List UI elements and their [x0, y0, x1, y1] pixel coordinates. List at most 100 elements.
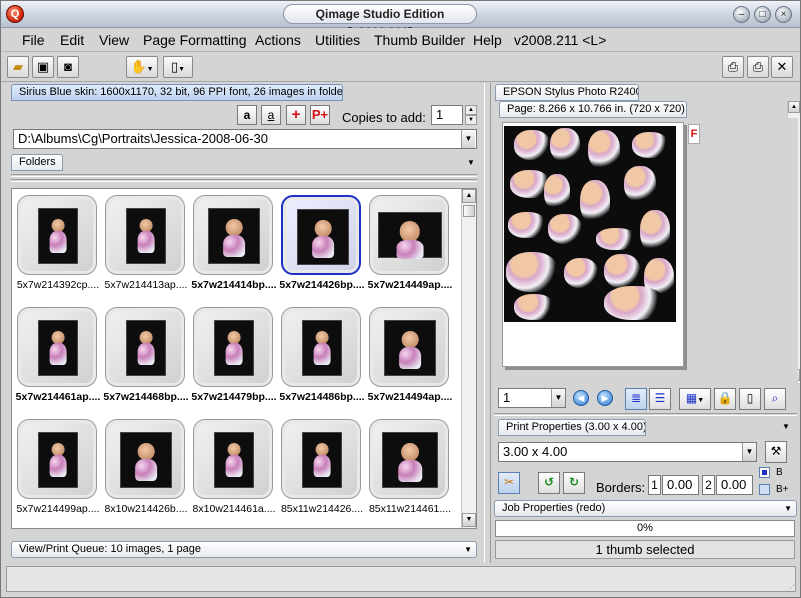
border-bplus-radio[interactable] [759, 484, 770, 495]
thumbnail-item[interactable]: 8x10w214426b.... [102, 419, 190, 527]
view-print-queue-bar[interactable]: View/Print Queue: 10 images, 1 page ▼ [11, 541, 477, 558]
thumbnail-scrollbar[interactable]: ▲ ▼ [461, 189, 476, 528]
close-icon[interactable]: × [775, 6, 792, 23]
scroll-down-icon[interactable]: ▼ [462, 513, 476, 527]
collage-print-shape[interactable] [544, 174, 570, 210]
title-bar[interactable]: Q Qimage Studio Edition [v2008.210] – □ … [1, 1, 800, 39]
collage-print-shape[interactable] [508, 212, 546, 238]
thumbnail-frame[interactable] [193, 307, 273, 387]
thumbnail-item[interactable]: 85x11w214426.... [278, 419, 366, 527]
thumbnail-frame[interactable] [369, 419, 449, 499]
collage-print-shape[interactable] [588, 130, 620, 170]
copies-spinner[interactable]: ▲ ▼ [465, 105, 477, 125]
rotate-right-button[interactable]: ↻ [563, 472, 585, 494]
print-size-combo[interactable]: 3.00 x 4.00 [498, 442, 757, 462]
print-properties-tab[interactable]: Print Properties (3.00 x 4.00) [498, 419, 646, 436]
add-page-button[interactable]: P+ [310, 105, 330, 125]
collage-print-shape[interactable] [514, 130, 550, 160]
job-properties-bar[interactable]: Job Properties (redo) ▼ [494, 500, 797, 517]
border-b-radio[interactable] [759, 467, 770, 478]
folders-collapse-icon[interactable]: ▼ [467, 158, 475, 167]
job-props-expand-icon[interactable]: ▼ [784, 501, 792, 516]
menu-thumb-builder[interactable]: Thumb Builder [374, 32, 465, 48]
thumbnail-item[interactable]: 5x7w214449ap.... [366, 195, 454, 303]
thumbnail-frame[interactable] [281, 195, 361, 275]
spin-down-icon[interactable]: ▼ [465, 115, 477, 125]
thumbnail-item[interactable]: 5x7w214486bp.... [278, 307, 366, 415]
grid-layout-dropdown[interactable]: ▦▼ [679, 388, 711, 410]
menu-utilities[interactable]: Utilities [315, 32, 360, 48]
collage-print-shape[interactable] [564, 258, 598, 288]
add-to-queue-button[interactable]: + [286, 105, 306, 125]
resize-grip-icon[interactable]: ⋰ [786, 583, 795, 594]
add-caption-button[interactable]: a [261, 105, 281, 125]
thumbnail-frame[interactable] [105, 419, 185, 499]
page-preview-area[interactable]: F [494, 118, 798, 386]
page-preview-button[interactable]: ⌕ [764, 388, 786, 410]
print-button[interactable]: ⎙ [747, 56, 769, 78]
thumbnail-frame[interactable] [193, 419, 273, 499]
chevron-down-icon[interactable]: ▼ [461, 130, 475, 148]
queue-expand-icon[interactable]: ▼ [464, 542, 472, 557]
print-props-collapse-icon[interactable]: ▼ [782, 422, 790, 431]
thumbnail-frame[interactable] [281, 307, 361, 387]
collage-print-shape[interactable] [604, 254, 640, 288]
crop-button[interactable]: ✂ [498, 472, 520, 494]
thumbnail-frame[interactable] [17, 419, 97, 499]
lock-button[interactable]: 🔒 [714, 388, 736, 410]
thumbnail-item[interactable]: 5x7w214414bp.... [190, 195, 278, 303]
thumbnail-item[interactable]: 5x7w214468bp.... [102, 307, 190, 415]
save-button[interactable]: ▣ [32, 56, 54, 78]
menu-edit[interactable]: Edit [60, 32, 84, 48]
scroll-thumb[interactable] [463, 205, 475, 217]
folder-splitter[interactable] [11, 174, 477, 177]
thumbnail-frame[interactable] [105, 307, 185, 387]
next-page-icon[interactable]: ▶ [597, 390, 613, 406]
size-tools-button[interactable]: ⚒ [765, 441, 787, 463]
thumbnail-frame[interactable] [105, 195, 185, 275]
thumbnail-frame[interactable] [281, 419, 361, 499]
menu-actions[interactable]: Actions [255, 32, 301, 48]
copies-input[interactable]: 1 [431, 105, 463, 125]
page-flag-badge[interactable]: F [688, 124, 700, 144]
collage-print-shape[interactable] [580, 180, 610, 224]
app-logo-icon[interactable]: Q [6, 5, 24, 23]
thumbnail-frame[interactable] [369, 195, 449, 275]
single-page-view-button[interactable]: ≣ [625, 388, 647, 410]
open-folder-button[interactable]: ▰ [7, 56, 29, 78]
thumbnail-item[interactable]: 5x7w214479bp.... [190, 307, 278, 415]
thumbnail-item[interactable]: 5x7w214499ap.... [14, 419, 102, 527]
print-props-splitter[interactable] [494, 413, 797, 416]
thumbnail-item[interactable]: 85x11w214461.... [366, 419, 454, 527]
thumbnail-frame[interactable] [193, 195, 273, 275]
border1-input[interactable]: 0.00 [662, 475, 699, 495]
wizard-dropdown-button[interactable]: ✋▼ [126, 56, 158, 78]
menu-page-formatting[interactable]: Page Formatting [143, 32, 247, 48]
collage-print-shape[interactable] [640, 210, 670, 252]
chevron-down-icon[interactable]: ▼ [551, 389, 565, 407]
collage-print-shape[interactable] [632, 132, 668, 158]
page-collage[interactable] [504, 126, 676, 322]
thumbnail-item[interactable]: 5x7w214461ap.... [14, 307, 102, 415]
scroll-up-icon[interactable]: ▲ [462, 189, 476, 203]
thumbnail-item[interactable]: 5x7w214494ap.... [366, 307, 454, 415]
minimize-icon[interactable]: – [733, 6, 750, 23]
thumbnail-item[interactable]: 5x7w214413ap.... [102, 195, 190, 303]
cancel-print-button[interactable]: ✕ [771, 56, 793, 78]
add-text-button[interactable]: a [237, 105, 257, 125]
thumbnail-frame[interactable] [369, 307, 449, 387]
list-view-button[interactable]: ☰ [649, 388, 671, 410]
thumbnail-item[interactable]: 8x10w214461a.... [190, 419, 278, 527]
collage-print-shape[interactable] [548, 214, 582, 244]
new-page-dropdown-button[interactable]: ▯▼ [163, 56, 193, 78]
print-setup-button[interactable]: ⎙ [722, 56, 744, 78]
camera-button[interactable]: ◙ [57, 56, 79, 78]
folders-tab[interactable]: Folders [11, 154, 63, 171]
new-page-button[interactable]: ▯ [739, 388, 761, 410]
page-preview-paper[interactable] [502, 122, 684, 367]
collage-print-shape[interactable] [596, 228, 636, 250]
menu-file[interactable]: File [22, 32, 45, 48]
thumbnail-frame[interactable] [17, 307, 97, 387]
collage-print-shape[interactable] [514, 294, 554, 320]
pane-splitter[interactable] [484, 83, 491, 563]
